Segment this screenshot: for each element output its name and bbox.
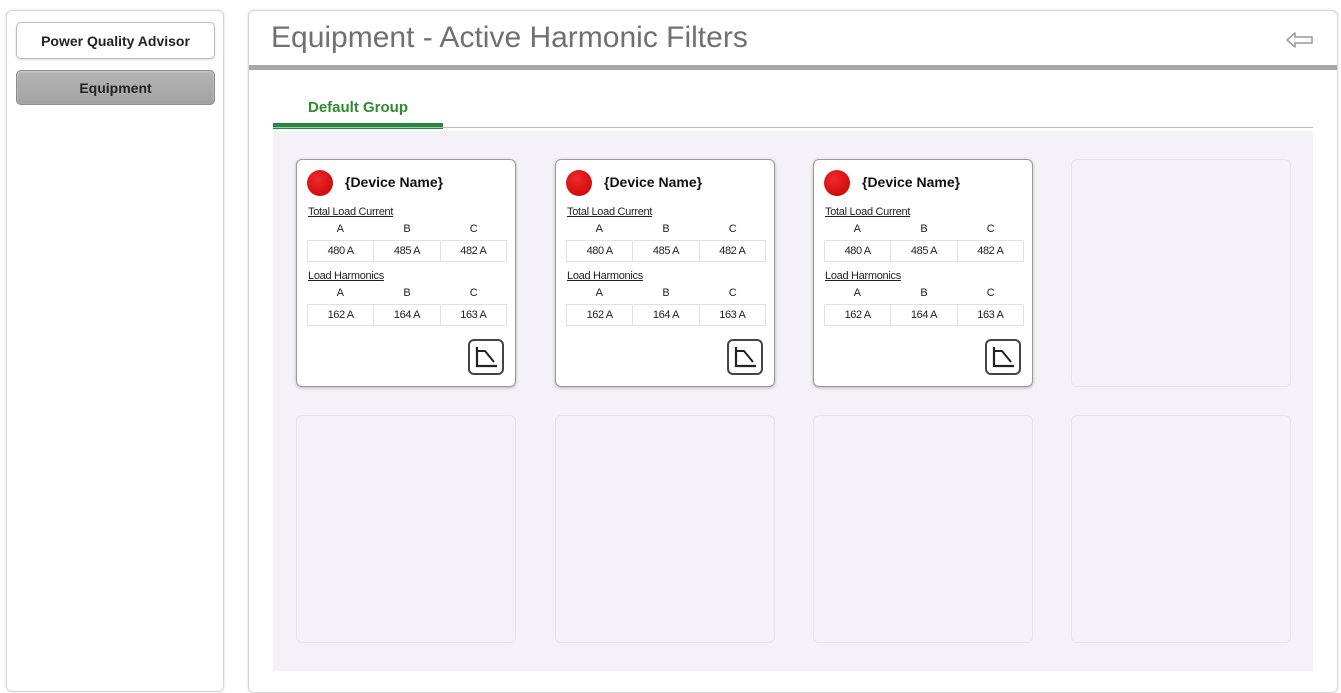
total-load-current-label: Total Load Current	[308, 206, 394, 218]
main-panel: Equipment - Active Harmonic Filters Defa…	[248, 10, 1338, 693]
harmonics-values: 162 A 164 A 163 A	[566, 304, 766, 326]
phase-value: 164 A	[374, 305, 441, 325]
harmonics-values: 162 A 164 A 163 A	[824, 304, 1024, 326]
device-card: {Device Name} Total Load Current A B C 4…	[555, 159, 775, 387]
phase-header: B	[403, 287, 411, 299]
nav-power-quality-advisor-button[interactable]: Power Quality Advisor	[16, 22, 215, 59]
load-harmonics-label: Load Harmonics	[567, 270, 643, 282]
harmonics-values: 162 A 164 A 163 A	[307, 304, 507, 326]
phase-header: B	[920, 223, 928, 235]
total-load-phase-headers: A B C	[824, 223, 1024, 237]
phase-header: C	[728, 287, 737, 299]
phase-value: 163 A	[719, 309, 746, 321]
phase-header: B	[403, 223, 411, 235]
phase-value: 482 A	[719, 245, 746, 257]
total-load-phase-headers: A B C	[566, 223, 766, 237]
phase-value: 482 A	[977, 245, 1004, 257]
total-load-phase-headers: A B C	[307, 223, 507, 237]
phase-value: 162 A	[825, 305, 892, 325]
phase-value: 162 A	[308, 305, 375, 325]
phase-header: A	[595, 287, 603, 299]
trend-chart-icon[interactable]	[726, 338, 764, 376]
status-alarm-icon	[566, 170, 592, 196]
phase-header: B	[662, 223, 670, 235]
phase-value: 480 A	[567, 241, 634, 261]
tab-default-group[interactable]: Default Group	[273, 97, 443, 129]
total-load-current-label: Total Load Current	[567, 206, 653, 218]
total-load-values: 480 A 485 A 482 A	[566, 240, 766, 262]
phase-value: 164 A	[891, 305, 958, 325]
sidebar: Power Quality Advisor Equipment	[6, 10, 224, 692]
harmonics-phase-headers: A B C	[566, 287, 766, 301]
phase-header: C	[986, 287, 995, 299]
nav-equipment-button[interactable]: Equipment	[16, 70, 215, 105]
phase-value: 164 A	[633, 305, 700, 325]
empty-device-slot	[296, 415, 516, 643]
empty-device-slot	[555, 415, 775, 643]
load-harmonics-label: Load Harmonics	[825, 270, 901, 282]
device-name: {Device Name}	[604, 174, 703, 190]
phase-value: 480 A	[308, 241, 375, 261]
phase-header: C	[986, 223, 995, 235]
phase-header: C	[469, 287, 478, 299]
phase-header: A	[595, 223, 603, 235]
phase-header: C	[728, 223, 737, 235]
device-card: {Device Name} Total Load Current A B C 4…	[813, 159, 1033, 387]
trend-chart-icon[interactable]	[467, 338, 505, 376]
empty-device-slot	[1071, 159, 1291, 387]
phase-header: A	[336, 223, 344, 235]
device-name: {Device Name}	[862, 174, 961, 190]
page-title: Equipment - Active Harmonic Filters	[271, 21, 748, 54]
phase-header: B	[920, 287, 928, 299]
status-alarm-icon	[307, 170, 333, 196]
phase-header: A	[853, 287, 861, 299]
device-name: {Device Name}	[345, 174, 444, 190]
phase-value: 163 A	[460, 309, 487, 321]
title-divider	[249, 65, 1337, 70]
empty-device-slot	[813, 415, 1033, 643]
phase-value: 163 A	[977, 309, 1004, 321]
phase-value: 485 A	[891, 241, 958, 261]
load-harmonics-label: Load Harmonics	[308, 270, 384, 282]
phase-header: A	[853, 223, 861, 235]
phase-value: 480 A	[825, 241, 892, 261]
phase-value: 485 A	[374, 241, 441, 261]
phase-header: A	[336, 287, 344, 299]
empty-device-slot	[1071, 415, 1291, 643]
harmonics-phase-headers: A B C	[307, 287, 507, 301]
back-arrow-icon[interactable]	[1285, 29, 1315, 51]
tab-divider	[273, 127, 1313, 128]
phase-value: 485 A	[633, 241, 700, 261]
total-load-values: 480 A 485 A 482 A	[824, 240, 1024, 262]
status-alarm-icon	[824, 170, 850, 196]
trend-chart-icon[interactable]	[984, 338, 1022, 376]
total-load-values: 480 A 485 A 482 A	[307, 240, 507, 262]
phase-header: B	[662, 287, 670, 299]
phase-value: 482 A	[460, 245, 487, 257]
device-grid: {Device Name} Total Load Current A B C 4…	[273, 131, 1313, 671]
phase-value: 162 A	[567, 305, 634, 325]
device-card: {Device Name} Total Load Current A B C 4…	[296, 159, 516, 387]
harmonics-phase-headers: A B C	[824, 287, 1024, 301]
phase-header: C	[469, 223, 478, 235]
total-load-current-label: Total Load Current	[825, 206, 911, 218]
